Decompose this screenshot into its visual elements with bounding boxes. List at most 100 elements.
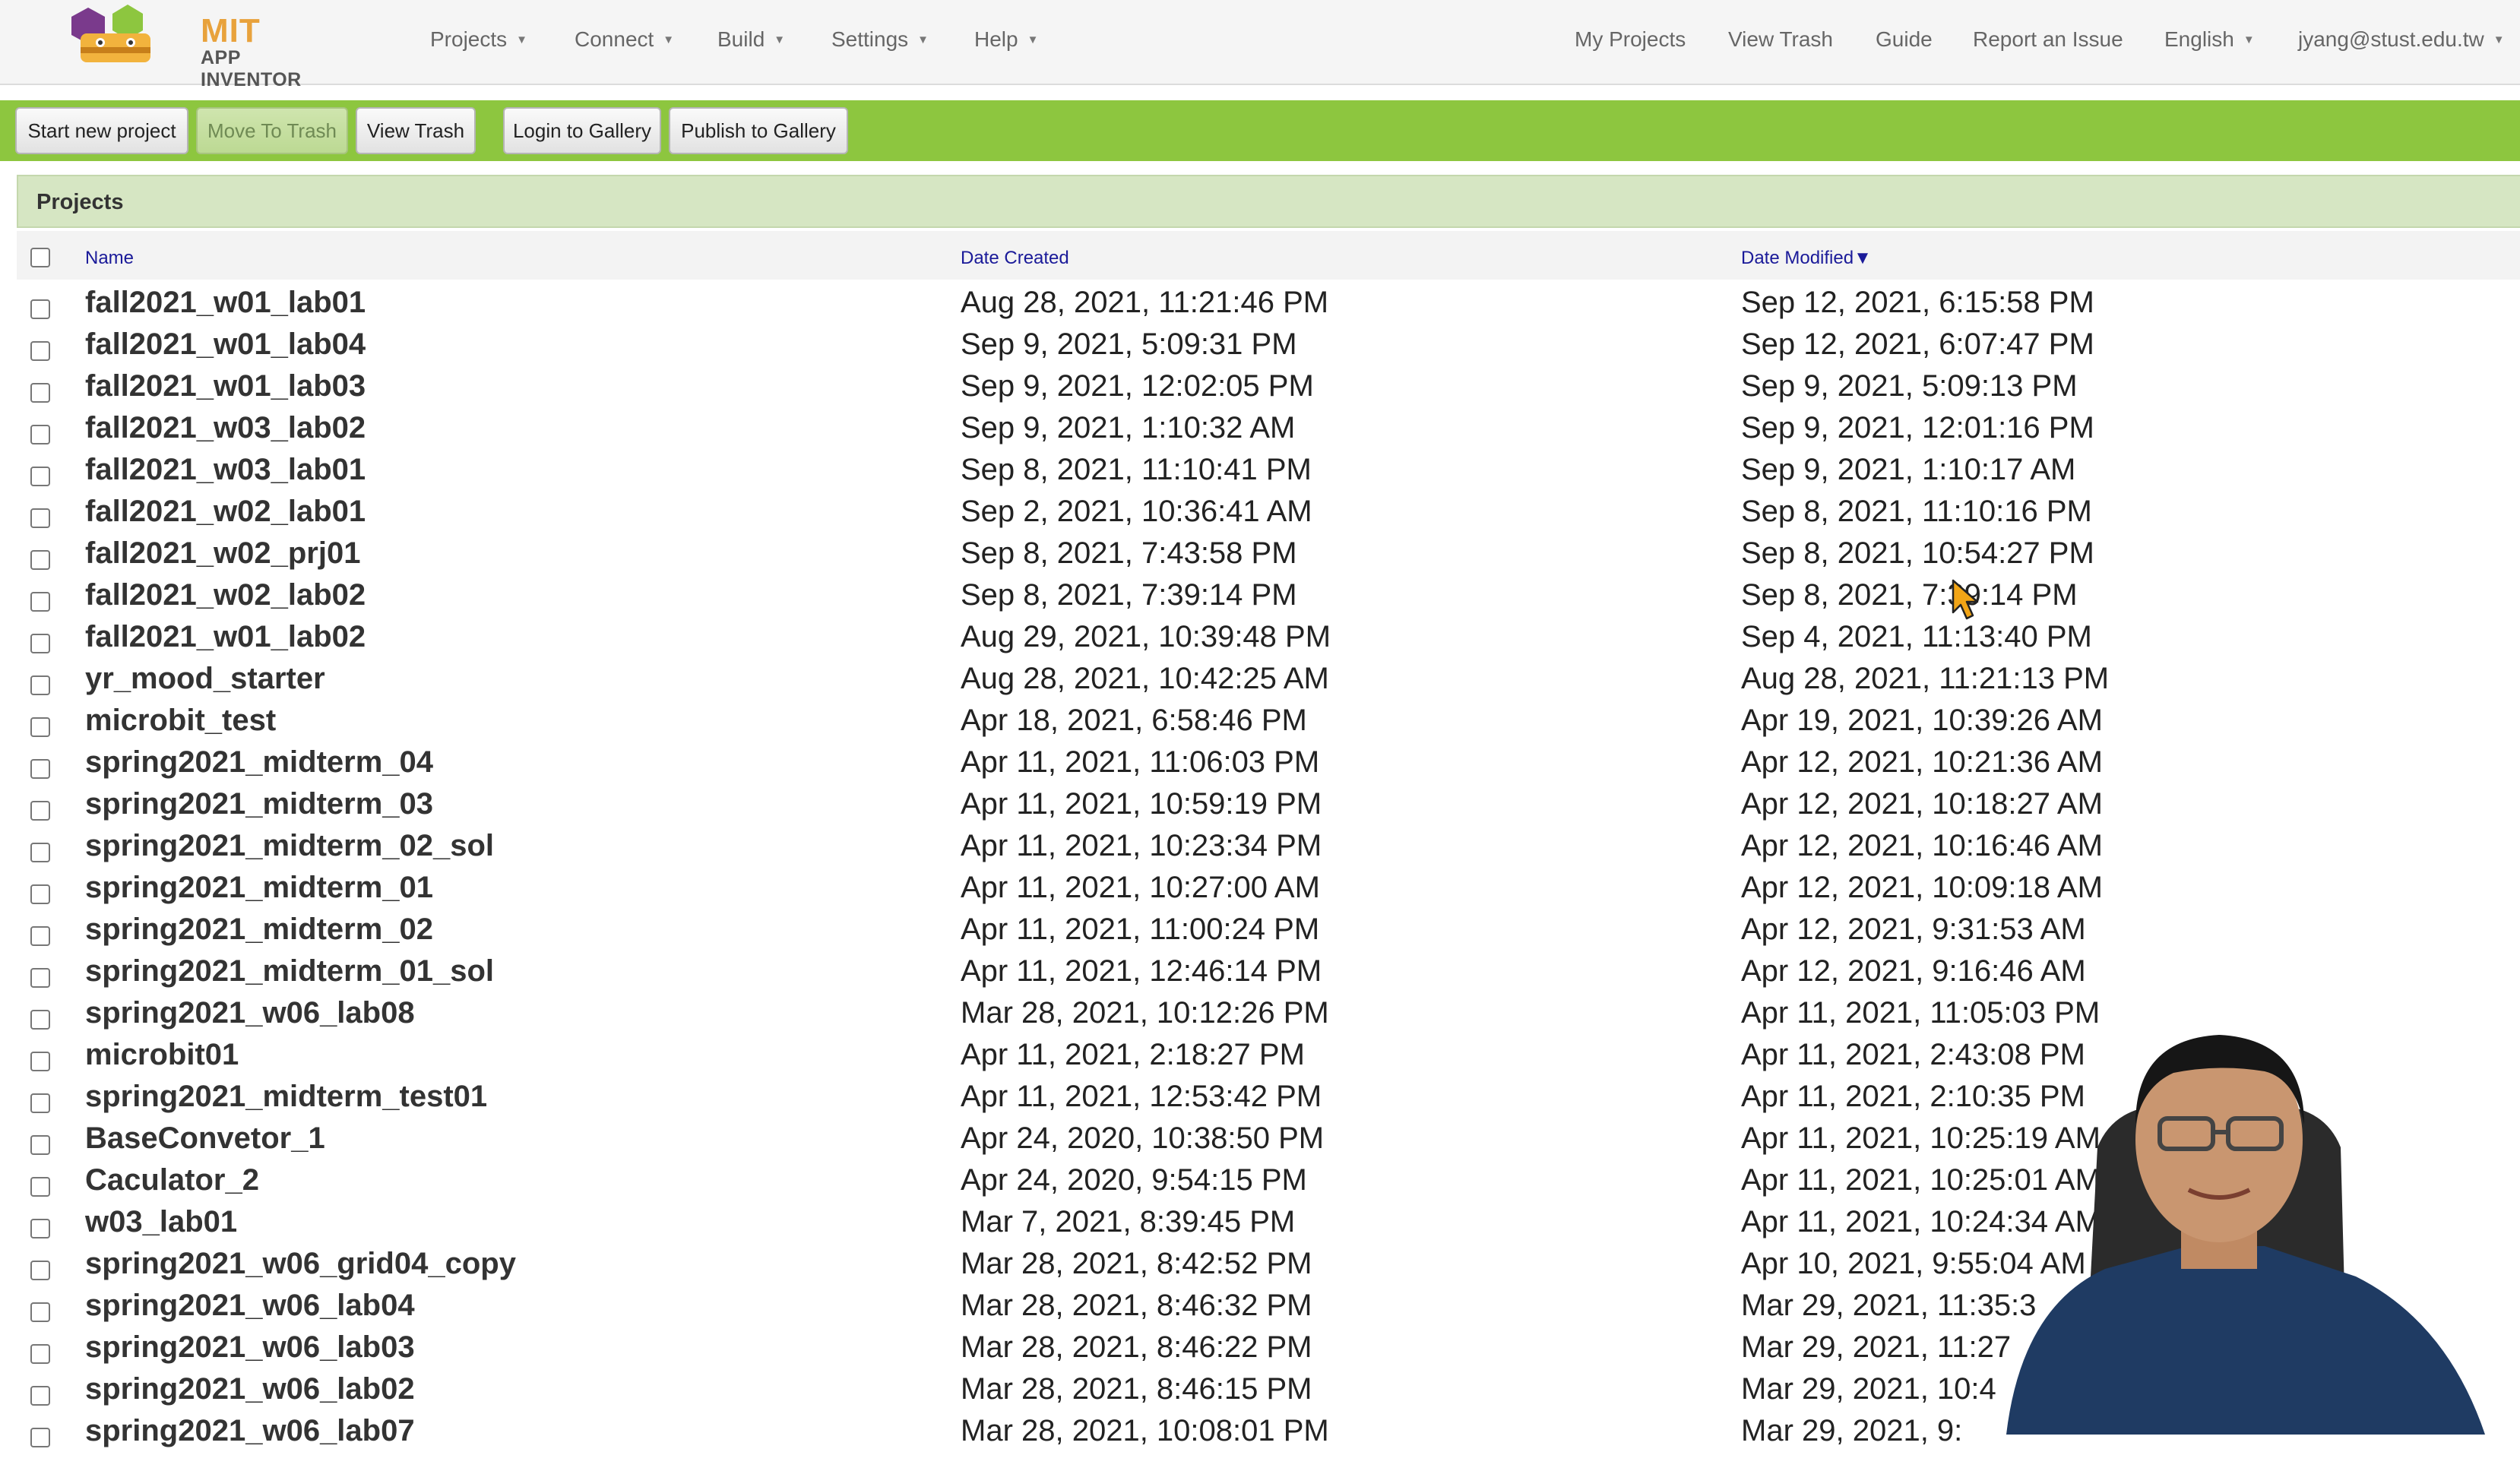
row-select-checkbox[interactable] bbox=[30, 550, 50, 570]
nav-connect-menu[interactable]: Connect ▼ bbox=[575, 27, 674, 52]
project-name-link[interactable]: yr_mood_starter bbox=[85, 662, 325, 696]
move-to-trash-button[interactable]: Move To Trash bbox=[196, 107, 348, 154]
row-select-checkbox[interactable] bbox=[30, 383, 50, 403]
panel-title: Projects bbox=[36, 190, 124, 214]
row-select-checkbox[interactable] bbox=[30, 801, 50, 821]
date-modified-cell: Sep 12, 2021, 6:07:47 PM bbox=[1741, 327, 2094, 361]
row-select-checkbox[interactable] bbox=[30, 1052, 50, 1071]
start-new-project-button[interactable]: Start new project bbox=[15, 107, 188, 154]
project-name-link[interactable]: fall2021_w02_lab01 bbox=[85, 495, 366, 529]
caret-down-icon: ▼ bbox=[774, 33, 786, 46]
row-select-checkbox[interactable] bbox=[30, 1177, 50, 1197]
date-created-cell: Mar 28, 2021, 10:08:01 PM bbox=[961, 1414, 1329, 1447]
app-inventor-logo[interactable]: MIT APP INVENTOR bbox=[58, 3, 301, 90]
row-select-checkbox[interactable] bbox=[30, 425, 50, 444]
project-name-link[interactable]: fall2021_w02_lab02 bbox=[85, 578, 366, 612]
nav-build-menu[interactable]: Build ▼ bbox=[717, 27, 785, 52]
date-created-cell: Apr 11, 2021, 11:00:24 PM bbox=[961, 913, 1320, 946]
row-select-checkbox[interactable] bbox=[30, 843, 50, 862]
row-select-checkbox[interactable] bbox=[30, 1302, 50, 1322]
project-name-link[interactable]: spring2021_w06_lab04 bbox=[85, 1289, 415, 1323]
project-name-link[interactable]: fall2021_w02_prj01 bbox=[85, 536, 360, 571]
row-select-checkbox[interactable] bbox=[30, 1261, 50, 1280]
date-modified-cell: Sep 8, 2021, 7:39:14 PM bbox=[1741, 578, 2078, 612]
row-select-checkbox[interactable] bbox=[30, 508, 50, 528]
project-name-link[interactable]: spring2021_midterm_03 bbox=[85, 787, 433, 821]
column-header-date-created[interactable]: Date Created bbox=[961, 248, 1069, 269]
nav-projects-label: Projects bbox=[430, 27, 508, 51]
project-name-link[interactable]: microbit_test bbox=[85, 704, 276, 738]
row-select-checkbox[interactable] bbox=[30, 1428, 50, 1447]
user-email-label: jyang@stust.edu.tw bbox=[2298, 27, 2484, 51]
project-name-link[interactable]: fall2021_w01_lab02 bbox=[85, 620, 366, 654]
caret-down-icon: ▼ bbox=[663, 33, 675, 46]
date-modified-cell: Mar 29, 2021, 9: bbox=[1741, 1414, 1963, 1447]
date-modified-cell: Apr 12, 2021, 9:16:46 AM bbox=[1741, 954, 2086, 988]
nav-help-label: Help bbox=[974, 27, 1018, 51]
row-select-checkbox[interactable] bbox=[30, 675, 50, 695]
nav-view-trash-link[interactable]: View Trash bbox=[1728, 27, 1833, 52]
nav-settings-menu[interactable]: Settings ▼ bbox=[831, 27, 929, 52]
project-name-link[interactable]: fall2021_w01_lab04 bbox=[85, 327, 366, 362]
project-name-link[interactable]: microbit01 bbox=[85, 1038, 239, 1072]
row-select-checkbox[interactable] bbox=[30, 341, 50, 361]
row-select-checkbox[interactable] bbox=[30, 968, 50, 988]
row-select-checkbox[interactable] bbox=[30, 299, 50, 319]
nav-projects-menu[interactable]: Projects ▼ bbox=[430, 27, 527, 52]
project-name-link[interactable]: spring2021_midterm_02 bbox=[85, 913, 433, 947]
row-select-checkbox[interactable] bbox=[30, 1135, 50, 1155]
project-name-link[interactable]: spring2021_midterm_01 bbox=[85, 871, 433, 905]
publish-to-gallery-button[interactable]: Publish to Gallery bbox=[669, 107, 848, 154]
nav-guide-link[interactable]: Guide bbox=[1876, 27, 1933, 52]
project-name-link[interactable]: Caculator_2 bbox=[85, 1163, 259, 1197]
project-name-link[interactable]: spring2021_w06_grid04_copy bbox=[85, 1247, 516, 1281]
nav-my-projects-link[interactable]: My Projects bbox=[1575, 27, 1686, 52]
row-select-checkbox[interactable] bbox=[30, 1093, 50, 1113]
view-trash-button[interactable]: View Trash bbox=[356, 107, 476, 154]
project-name-link[interactable]: spring2021_w06_lab03 bbox=[85, 1330, 415, 1365]
project-name-link[interactable]: spring2021_w06_lab08 bbox=[85, 996, 415, 1030]
table-row[interactable]: spring2021_w06_lab07 Mar 28, 2021, 10:08:… bbox=[0, 1414, 2520, 1471]
row-select-checkbox[interactable] bbox=[30, 1386, 50, 1406]
project-name-link[interactable]: spring2021_midterm_02_sol bbox=[85, 829, 494, 863]
table-header-row bbox=[17, 231, 2520, 280]
nav-help-menu[interactable]: Help ▼ bbox=[974, 27, 1038, 52]
date-created-cell: Sep 8, 2021, 7:43:58 PM bbox=[961, 536, 1297, 570]
project-name-link[interactable]: fall2021_w03_lab02 bbox=[85, 411, 366, 445]
nav-user-menu[interactable]: jyang@stust.edu.tw ▼ bbox=[2298, 27, 2505, 52]
date-created-cell: Mar 28, 2021, 10:12:26 PM bbox=[961, 996, 1329, 1030]
row-select-checkbox[interactable] bbox=[30, 759, 50, 779]
project-name-link[interactable]: spring2021_w06_lab07 bbox=[85, 1414, 415, 1448]
column-header-date-modified[interactable]: Date Modified▼ bbox=[1741, 248, 1872, 269]
row-select-checkbox[interactable] bbox=[30, 926, 50, 946]
column-header-name[interactable]: Name bbox=[85, 248, 134, 269]
row-select-checkbox[interactable] bbox=[30, 1010, 50, 1030]
row-select-checkbox[interactable] bbox=[30, 634, 50, 653]
projects-panel-header: Projects bbox=[17, 175, 2520, 228]
project-name-link[interactable]: spring2021_midterm_test01 bbox=[85, 1080, 487, 1114]
project-name-link[interactable]: fall2021_w01_lab01 bbox=[85, 286, 366, 320]
nav-report-issue-link[interactable]: Report an Issue bbox=[1973, 27, 2123, 52]
row-select-checkbox[interactable] bbox=[30, 592, 50, 612]
project-name-link[interactable]: fall2021_w01_lab03 bbox=[85, 369, 366, 403]
project-name-link[interactable]: spring2021_midterm_01_sol bbox=[85, 954, 494, 989]
row-select-checkbox[interactable] bbox=[30, 1219, 50, 1238]
nav-language-menu[interactable]: English ▼ bbox=[2164, 27, 2255, 52]
project-name-link[interactable]: BaseConvetor_1 bbox=[85, 1121, 325, 1156]
caret-down-icon: ▼ bbox=[2243, 33, 2255, 46]
project-name-link[interactable]: w03_lab01 bbox=[85, 1205, 237, 1239]
row-select-checkbox[interactable] bbox=[30, 1344, 50, 1364]
row-select-checkbox[interactable] bbox=[30, 884, 50, 904]
project-name-link[interactable]: fall2021_w03_lab01 bbox=[85, 453, 366, 487]
date-modified-cell: Sep 9, 2021, 1:10:17 AM bbox=[1741, 453, 2076, 486]
project-name-link[interactable]: spring2021_w06_lab02 bbox=[85, 1372, 415, 1406]
date-modified-cell: Sep 8, 2021, 10:54:27 PM bbox=[1741, 536, 2094, 570]
row-select-checkbox[interactable] bbox=[30, 717, 50, 737]
row-select-checkbox[interactable] bbox=[30, 467, 50, 486]
select-all-checkbox[interactable] bbox=[30, 248, 50, 267]
project-name-link[interactable]: spring2021_midterm_04 bbox=[85, 745, 433, 780]
date-created-cell: Apr 24, 2020, 10:38:50 PM bbox=[961, 1121, 1325, 1155]
login-to-gallery-button[interactable]: Login to Gallery bbox=[503, 107, 661, 154]
date-created-cell: Sep 9, 2021, 12:02:05 PM bbox=[961, 369, 1314, 403]
date-created-cell: Apr 11, 2021, 12:46:14 PM bbox=[961, 954, 1322, 988]
